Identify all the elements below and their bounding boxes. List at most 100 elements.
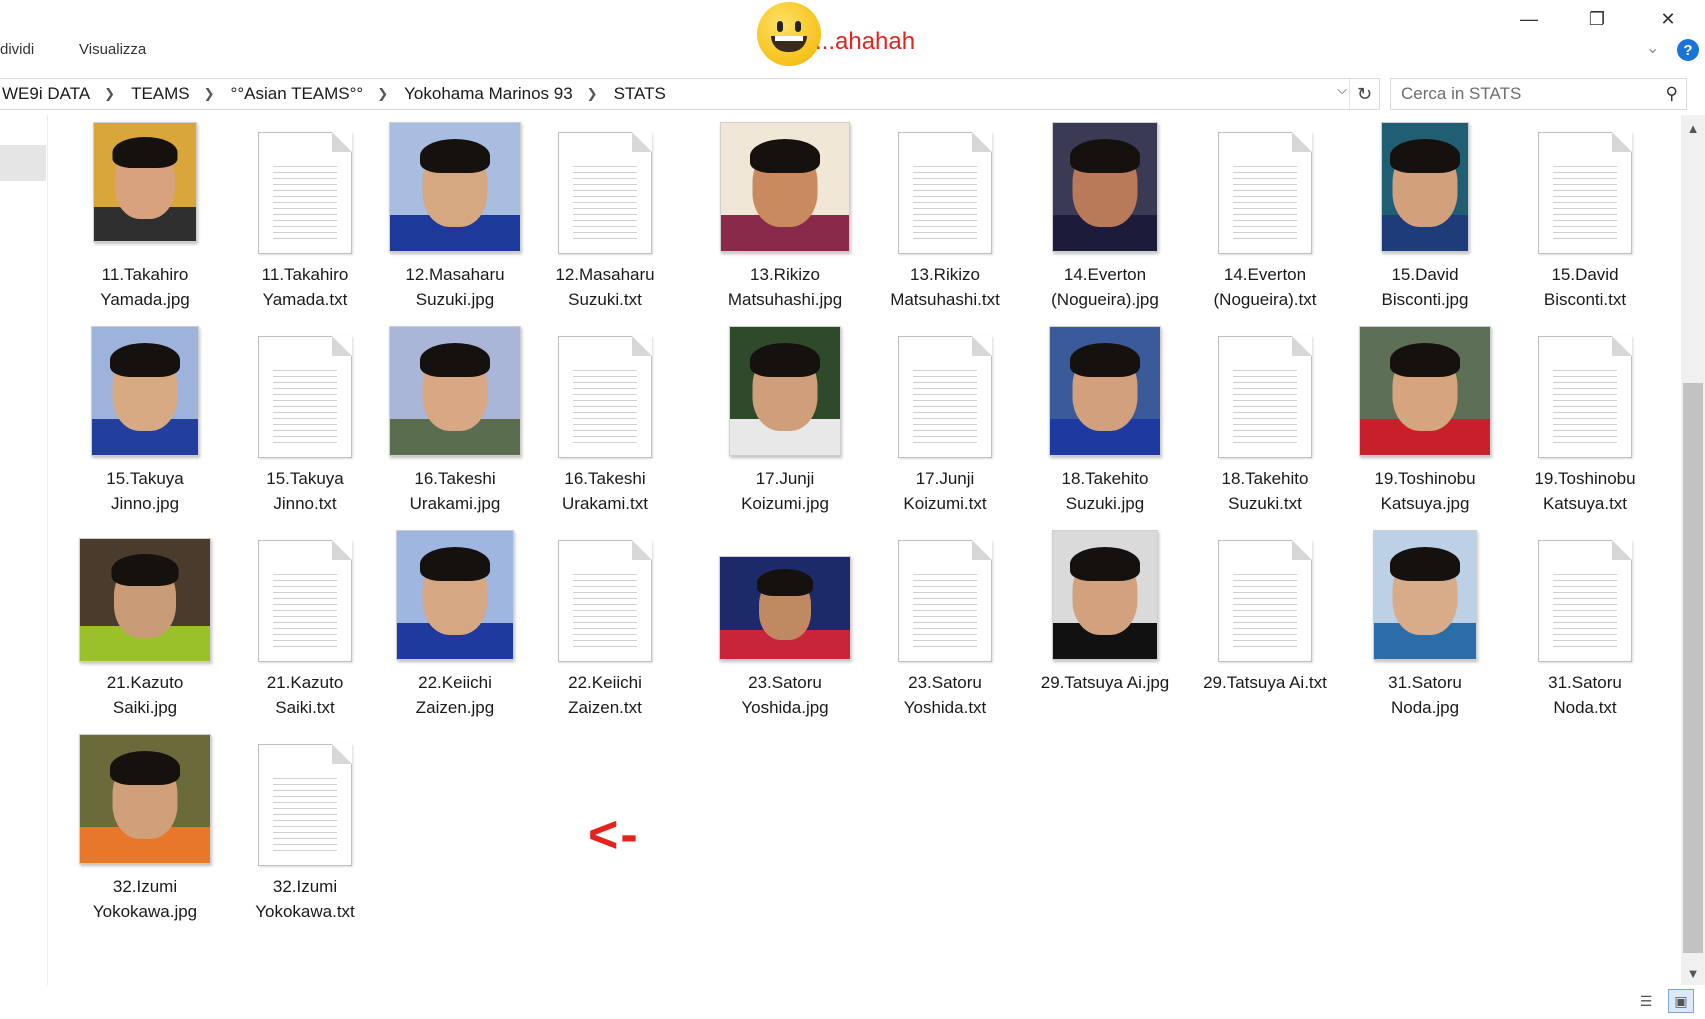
file-item-text[interactable]: 16.Takeshi Urakami.txt	[525, 326, 685, 526]
file-name-label: 18.Takehito Suzuki.txt	[1221, 469, 1309, 513]
scroll-down-arrow-icon[interactable]: ▼	[1681, 966, 1705, 981]
file-item-image[interactable]: 19.Toshinobu Katsuya.jpg	[1345, 326, 1505, 526]
file-item-text[interactable]: 15.David Bisconti.txt	[1505, 122, 1665, 322]
scrollbar-thumb[interactable]	[1683, 383, 1703, 953]
tab-share[interactable]: dividi	[0, 41, 34, 58]
text-document-icon	[1538, 132, 1632, 254]
file-item-image[interactable]: 15.Takuya Jinno.jpg	[65, 326, 225, 526]
overlay-text: ...ahahah	[815, 28, 916, 55]
text-document-icon	[1538, 540, 1632, 662]
file-item-image[interactable]: 17.Junji Koizumi.jpg	[705, 326, 865, 526]
file-item-text[interactable]: 11.Takahiro Yamada.txt	[225, 122, 385, 322]
file-item-text[interactable]: 15.Takuya Jinno.txt	[225, 326, 385, 526]
search-icon[interactable]: ⚲	[1666, 84, 1678, 104]
breadcrumb-item[interactable]: WE9i DATA	[2, 84, 90, 104]
file-item-text[interactable]: 23.Satoru Yoshida.txt	[865, 530, 1025, 730]
file-item-text[interactable]: 17.Junji Koizumi.txt	[865, 326, 1025, 526]
image-thumbnail	[729, 326, 841, 456]
search-input[interactable]: Cerca in STATS ⚲	[1390, 78, 1687, 110]
file-name-label: 12.Masaharu Suzuki.txt	[555, 265, 655, 309]
image-thumbnail	[719, 556, 851, 660]
image-thumbnail	[396, 530, 514, 660]
breadcrumb-chevron-icon[interactable]: ❯	[377, 86, 388, 102]
file-item-image[interactable]: 22.Keiichi Zaizen.jpg	[375, 530, 535, 730]
file-item-text[interactable]: 18.Takehito Suzuki.txt	[1185, 326, 1345, 526]
address-bar[interactable]: WE9i DATA ❯ TEAMS ❯ °°Asian TEAMS°° ❯ Yo…	[0, 78, 1380, 110]
image-thumbnail	[79, 734, 211, 864]
file-name-label: 15.Takuya Jinno.jpg	[106, 469, 184, 513]
file-name-label: 32.Izumi Yokokawa.txt	[255, 877, 355, 921]
nav-selected-item[interactable]	[0, 145, 46, 181]
breadcrumb-item[interactable]: Yokohama Marinos 93	[404, 84, 573, 104]
file-item-image[interactable]: 12.Masaharu Suzuki.jpg	[375, 122, 535, 322]
file-name-label: 15.David Bisconti.jpg	[1381, 265, 1469, 309]
file-item-text[interactable]: 14.Everton (Nogueira).txt	[1185, 122, 1345, 322]
file-name-label: 22.Keiichi Zaizen.jpg	[415, 673, 495, 717]
large-icons-view-icon[interactable]: ▣	[1668, 989, 1694, 1013]
expand-ribbon-chevron-icon[interactable]: ⌄	[1646, 38, 1659, 58]
file-item-text[interactable]: 31.Satoru Noda.txt	[1505, 530, 1665, 730]
breadcrumb-chevron-icon[interactable]: ❯	[104, 86, 115, 102]
address-history-dropdown-icon[interactable]: ⌵	[1337, 82, 1347, 98]
file-item-image[interactable]: 15.David Bisconti.jpg	[1345, 122, 1505, 322]
file-item-image[interactable]: 23.Satoru Yoshida.jpg	[705, 530, 865, 730]
file-item-image[interactable]: 32.Izumi Yokokawa.jpg	[65, 734, 225, 934]
breadcrumb-chevron-icon[interactable]: ❯	[204, 86, 215, 102]
text-document-icon	[258, 336, 352, 458]
status-bar: ☰ ▣	[0, 985, 1705, 1019]
file-item-image[interactable]: 13.Rikizo Matsuhashi.jpg	[705, 122, 865, 322]
file-item-text[interactable]: 22.Keiichi Zaizen.txt	[525, 530, 685, 730]
file-item-text[interactable]: 13.Rikizo Matsuhashi.txt	[865, 122, 1025, 322]
file-name-label: 16.Takeshi Urakami.jpg	[409, 469, 501, 513]
file-name-label: 23.Satoru Yoshida.jpg	[741, 673, 829, 717]
file-name-label: 21.Kazuto Saiki.jpg	[106, 673, 184, 717]
file-name-label: 22.Keiichi Zaizen.txt	[568, 673, 642, 717]
image-thumbnail	[389, 122, 521, 252]
scroll-up-arrow-icon[interactable]: ▲	[1681, 121, 1705, 136]
text-document-icon	[898, 540, 992, 662]
file-item-image[interactable]: 14.Everton (Nogueira).jpg	[1025, 122, 1185, 322]
file-item-image[interactable]: 21.Kazuto Saiki.jpg	[65, 530, 225, 730]
text-document-icon	[898, 132, 992, 254]
file-name-label: 18.Takehito Suzuki.jpg	[1061, 469, 1149, 513]
breadcrumb-item[interactable]: STATS	[614, 84, 666, 104]
file-item-text[interactable]: 29.Tatsuya Ai.txt	[1185, 530, 1345, 730]
image-thumbnail	[1052, 530, 1158, 660]
text-document-icon	[1218, 336, 1312, 458]
file-name-label: 15.David Bisconti.txt	[1543, 265, 1627, 309]
file-item-text[interactable]: 19.Toshinobu Katsuya.txt	[1505, 326, 1665, 526]
refresh-icon[interactable]: ↻	[1349, 79, 1379, 109]
tab-view[interactable]: Visualizza	[79, 41, 146, 58]
text-document-icon	[558, 540, 652, 662]
file-item-text[interactable]: 32.Izumi Yokokawa.txt	[225, 734, 385, 934]
file-name-label: 13.Rikizo Matsuhashi.txt	[890, 265, 1000, 309]
file-name-label: 15.Takuya Jinno.txt	[266, 469, 344, 513]
text-document-icon	[1218, 540, 1312, 662]
file-name-label: 17.Junji Koizumi.txt	[903, 469, 987, 513]
file-name-label: 21.Kazuto Saiki.txt	[266, 673, 344, 717]
file-item-image[interactable]: 31.Satoru Noda.jpg	[1345, 530, 1505, 730]
help-button[interactable]: ?	[1677, 39, 1699, 61]
breadcrumb-item[interactable]: °°Asian TEAMS°°	[231, 84, 364, 104]
file-item-image[interactable]: 18.Takehito Suzuki.jpg	[1025, 326, 1185, 526]
file-name-label: 17.Junji Koizumi.jpg	[741, 469, 829, 513]
file-name-label: 19.Toshinobu Katsuya.txt	[1534, 469, 1636, 513]
breadcrumb-chevron-icon[interactable]: ❯	[587, 86, 598, 102]
image-thumbnail	[1359, 326, 1491, 456]
file-item-text[interactable]: 21.Kazuto Saiki.txt	[225, 530, 385, 730]
image-thumbnail	[1052, 122, 1158, 252]
minimize-button[interactable]: —	[1506, 4, 1552, 34]
file-item-image[interactable]: 16.Takeshi Urakami.jpg	[375, 326, 535, 526]
file-item-image[interactable]: 29.Tatsuya Ai.jpg	[1025, 530, 1185, 730]
maximize-button[interactable]: ❐	[1574, 4, 1620, 34]
details-view-icon[interactable]: ☰	[1633, 989, 1659, 1013]
breadcrumb-item[interactable]: TEAMS	[131, 84, 190, 104]
navigation-pane	[0, 115, 48, 985]
vertical-scrollbar[interactable]: ▲ ▼	[1681, 115, 1705, 985]
close-button[interactable]: ✕	[1645, 4, 1691, 34]
file-name-label: 32.Izumi Yokokawa.jpg	[92, 877, 198, 921]
file-item-text[interactable]: 12.Masaharu Suzuki.txt	[525, 122, 685, 322]
file-item-image[interactable]: 11.Takahiro Yamada.jpg	[65, 122, 225, 322]
smiley-emoji-icon	[757, 2, 821, 66]
text-document-icon	[1218, 132, 1312, 254]
